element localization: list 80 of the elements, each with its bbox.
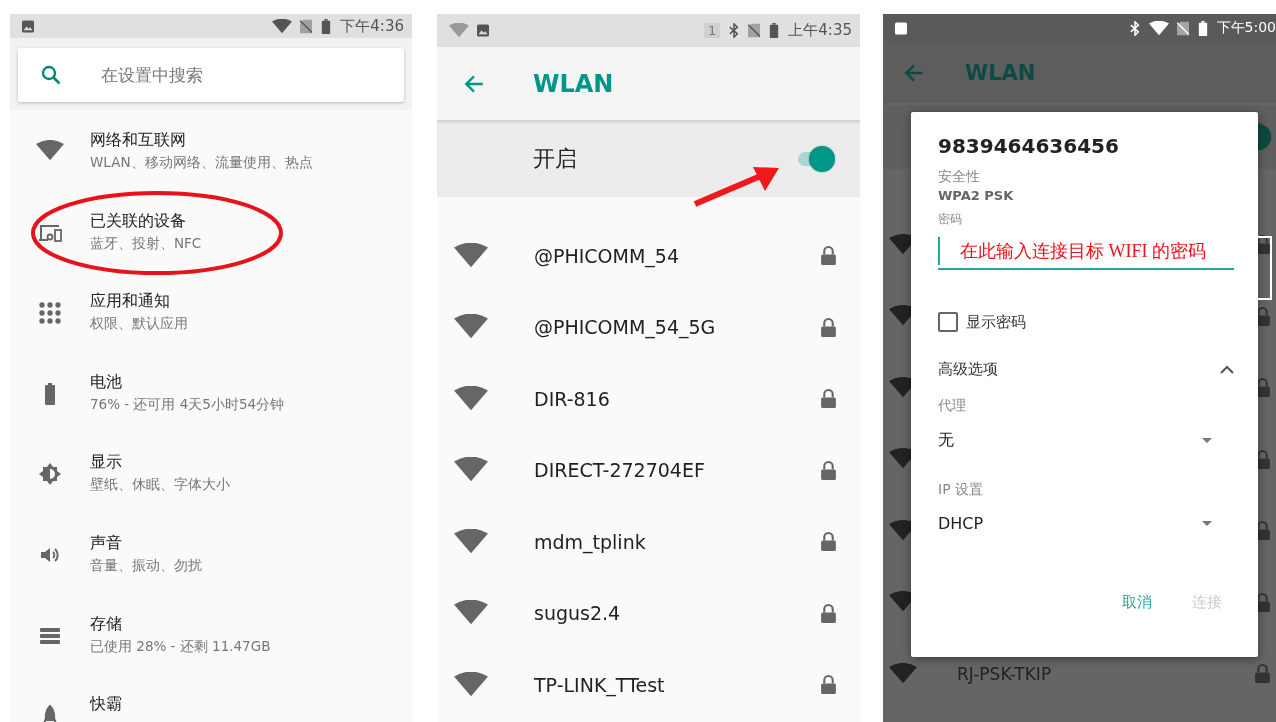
- settings-item[interactable]: 网络和互联网 WLAN、移动网络、流量使用、热点: [10, 110, 412, 191]
- no-sim-icon: [1176, 20, 1189, 36]
- dialog-title: 9839464636456: [938, 134, 1120, 158]
- apps-grid-icon: [38, 301, 62, 326]
- settings-item[interactable]: 应用和通知 权限、默认应用: [10, 271, 412, 352]
- settings-item-title: 显示: [90, 452, 123, 474]
- annotation-text: 在此输入连接目标 WIFI 的密码: [960, 240, 1206, 263]
- proxy-label: 代理: [938, 397, 967, 415]
- network-name: sugus2.4: [534, 602, 622, 625]
- settings-item-title: 存储: [90, 613, 123, 635]
- wifi-signal-icon: [454, 385, 488, 412]
- settings-item[interactable]: 已关联的设备 蓝牙、投射、NFC: [10, 190, 412, 272]
- settings-item-subtitle: 权限、默认应用: [90, 315, 188, 334]
- dropdown-triangle-icon: [1202, 438, 1212, 443]
- checkbox[interactable]: [938, 312, 958, 332]
- settings-item-subtitle: 蓝牙、投射、NFC: [90, 234, 202, 253]
- wifi-signal-icon: [454, 671, 488, 698]
- battery-icon: [320, 18, 333, 34]
- password-field[interactable]: 在此输入连接目标 WIFI 的密码: [938, 234, 1234, 270]
- dropdown-triangle-icon: [1202, 521, 1212, 526]
- settings-item-title: 快霸: [90, 694, 122, 716]
- image-icon: [22, 18, 34, 34]
- ip-settings-label: IP 设置: [938, 481, 985, 499]
- toggle-label: 开启: [533, 144, 578, 173]
- no-sim-icon: [748, 23, 761, 38]
- settings-item-title: 网络和互联网: [90, 130, 187, 151]
- battery-charging-icon: [768, 23, 781, 38]
- status-time: 下午4:36: [340, 16, 404, 36]
- image-icon: [895, 20, 907, 36]
- image-icon: [477, 23, 489, 38]
- search-bar[interactable]: 在设置中搜索: [18, 48, 404, 102]
- wifi-icon: [1148, 20, 1169, 36]
- wifi-signal-icon: [454, 457, 488, 484]
- settings-item-subtitle: 音量、振动、勿扰: [90, 556, 202, 575]
- settings-item-subtitle: 已使用 28% - 还剩 11.47GB: [90, 637, 271, 656]
- network-name: RJ-PSK-TKIP: [957, 663, 1053, 684]
- wifi-signal-icon: [454, 528, 488, 555]
- wifi-question-icon: [449, 23, 469, 38]
- settings-item-title: 应用和通知: [90, 291, 171, 313]
- sim-slot-badge: 1: [704, 23, 721, 38]
- wifi-signal-icon: [889, 662, 917, 685]
- network-name: DIRECT-272704EF: [534, 459, 706, 482]
- wifi-icon: [272, 18, 293, 34]
- wifi-signal-icon: [454, 600, 488, 627]
- checkbox-label: 显示密码: [966, 312, 1026, 332]
- network-name: DIR-816: [534, 387, 611, 410]
- security-value: WPA2 PSK: [938, 188, 1015, 203]
- network-name: @PHICOMM_54: [534, 244, 681, 267]
- brightness-icon: [38, 462, 62, 487]
- settings-item[interactable]: 电池 76% - 还可用 4天5小时54分钟: [10, 351, 412, 433]
- network-name: @PHICOMM_54_5G: [534, 316, 717, 339]
- bluetooth-icon: [1128, 20, 1141, 36]
- settings-item[interactable]: 存储 已使用 28% - 还剩 11.47GB: [10, 593, 412, 675]
- wifi-icon: [36, 140, 64, 162]
- screen-title: WLAN: [533, 69, 614, 98]
- network-name: TP-LINK_TTest: [534, 673, 666, 696]
- security-label: 安全性: [938, 168, 981, 186]
- settings-item-subtitle: WLAN、移动网络、流量使用、热点: [90, 154, 313, 172]
- status-time: 下午5:00: [1216, 19, 1276, 37]
- advanced-options-toggle[interactable]: 高级选项: [938, 360, 1236, 379]
- settings-item-title: 电池: [90, 371, 123, 393]
- bluetooth-icon: [728, 23, 741, 38]
- wifi-signal-icon: [454, 314, 488, 341]
- screen-title: WLAN: [965, 60, 1036, 85]
- settings-item[interactable]: 快霸: [10, 674, 412, 722]
- network-name: mdm_tplink: [534, 530, 647, 553]
- search-icon: [41, 65, 61, 85]
- no-sim-icon: [300, 18, 313, 34]
- settings-item-title: 已关联的设备: [90, 210, 187, 232]
- ip-settings-dropdown[interactable]: DHCP: [938, 514, 1236, 533]
- password-label: 密码: [938, 211, 963, 228]
- wifi-signal-icon: [454, 242, 488, 269]
- settings-item-subtitle: 壁纸、休眠、字体大小: [90, 476, 230, 495]
- settings-item-title: 声音: [90, 532, 123, 554]
- settings-item-subtitle: 76% - 还可用 4天5小时54分钟: [90, 395, 285, 414]
- status-time: 上午4:35: [788, 21, 852, 40]
- battery-icon: [1196, 20, 1209, 36]
- proxy-dropdown[interactable]: 无: [938, 430, 1236, 451]
- settings-item[interactable]: 显示 壁纸、休眠、字体大小: [10, 432, 412, 513]
- settings-item[interactable]: 声音 音量、振动、勿扰: [10, 512, 412, 594]
